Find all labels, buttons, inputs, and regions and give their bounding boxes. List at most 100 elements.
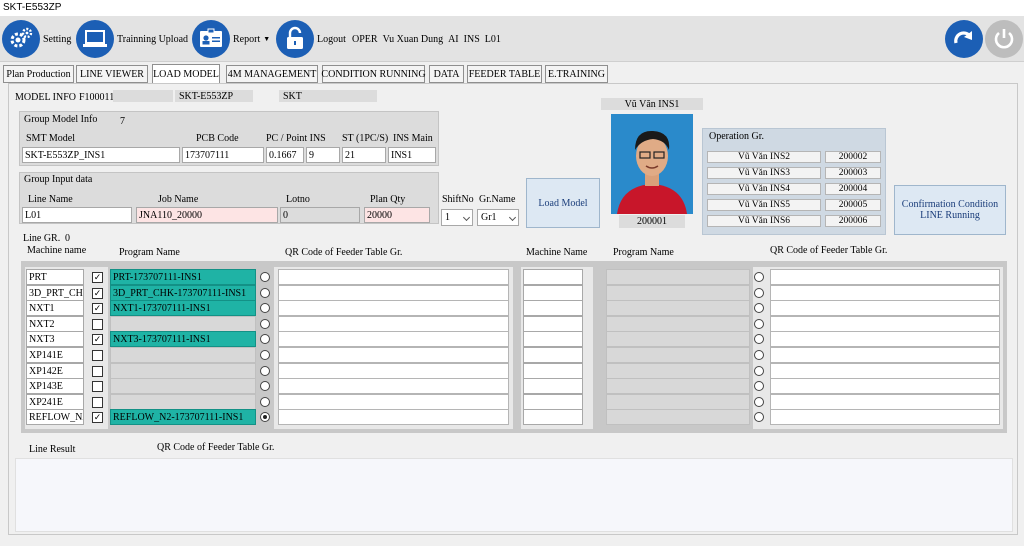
- qr-code-cell[interactable]: [278, 285, 509, 301]
- right-program-name-cell[interactable]: [606, 394, 750, 410]
- qr-radio[interactable]: [260, 288, 270, 298]
- pc-field[interactable]: 0.1667: [266, 147, 304, 163]
- qr-radio[interactable]: [260, 366, 270, 376]
- qr-radio[interactable]: [260, 319, 270, 329]
- right-qr-code-cell[interactable]: [770, 285, 1000, 301]
- program-checkbox[interactable]: ✓: [92, 412, 103, 423]
- qr-code-cell[interactable]: [278, 394, 509, 410]
- machine-name-cell[interactable]: PRT: [26, 269, 84, 285]
- qr-radio[interactable]: [260, 381, 270, 391]
- program-name-cell[interactable]: [110, 347, 256, 363]
- program-checkbox[interactable]: ✓: [92, 334, 103, 345]
- training-upload-button[interactable]: Trainning Upload: [76, 19, 188, 59]
- right-qr-code-cell[interactable]: [770, 316, 1000, 332]
- confirmation-condition-button[interactable]: Confirmation Condition LINE Running: [894, 185, 1006, 235]
- tab-condition-running[interactable]: CONDITION RUNNING: [321, 65, 426, 83]
- right-qr-code-cell[interactable]: [770, 347, 1000, 363]
- right-program-name-cell[interactable]: [606, 300, 750, 316]
- right-qr-radio[interactable]: [754, 303, 764, 313]
- machine-name-cell[interactable]: NXT2: [26, 316, 84, 332]
- lotno-field[interactable]: 0: [280, 207, 360, 223]
- right-qr-radio[interactable]: [754, 366, 764, 376]
- right-program-name-cell[interactable]: [606, 285, 750, 301]
- qr-code-cell[interactable]: [278, 269, 509, 285]
- machine-name-cell[interactable]: REFLOW_N2: [26, 409, 84, 425]
- program-checkbox[interactable]: [92, 366, 103, 377]
- job-name-field[interactable]: JNA110_20000: [136, 207, 278, 223]
- qr-radio[interactable]: [260, 272, 270, 282]
- plan-qty-field[interactable]: 20000: [364, 207, 430, 223]
- qr-radio[interactable]: [260, 350, 270, 360]
- right-machine-name-cell[interactable]: [523, 378, 583, 394]
- program-name-cell[interactable]: [110, 316, 256, 332]
- pcb-code-field[interactable]: 173707111: [182, 147, 264, 163]
- right-machine-name-cell[interactable]: [523, 285, 583, 301]
- right-qr-radio[interactable]: [754, 381, 764, 391]
- program-checkbox[interactable]: [92, 397, 103, 408]
- program-checkbox[interactable]: [92, 381, 103, 392]
- right-machine-name-cell[interactable]: [523, 300, 583, 316]
- tab-4m-management[interactable]: 4M MANAGEMENT: [226, 65, 318, 83]
- right-qr-radio[interactable]: [754, 412, 764, 422]
- setting-button[interactable]: Setting: [2, 19, 71, 59]
- tab-e-training[interactable]: E.TRAINING: [545, 65, 608, 83]
- right-machine-name-cell[interactable]: [523, 394, 583, 410]
- smt-model-field[interactable]: SKT-E553ZP_INS1: [22, 147, 180, 163]
- right-qr-code-cell[interactable]: [770, 378, 1000, 394]
- right-program-name-cell[interactable]: [606, 378, 750, 394]
- program-name-cell[interactable]: [110, 378, 256, 394]
- machine-name-cell[interactable]: XP241E: [26, 394, 84, 410]
- right-program-name-cell[interactable]: [606, 347, 750, 363]
- machine-name-cell[interactable]: 3D_PRT_CHK: [26, 285, 84, 301]
- refresh-button[interactable]: [945, 20, 983, 58]
- program-name-cell[interactable]: NXT1-173707111-INS1: [110, 300, 256, 316]
- power-button[interactable]: [985, 20, 1023, 58]
- machine-name-cell[interactable]: NXT1: [26, 300, 84, 316]
- right-machine-name-cell[interactable]: [523, 269, 583, 285]
- right-qr-code-cell[interactable]: [770, 331, 1000, 347]
- right-machine-name-cell[interactable]: [523, 409, 583, 425]
- tab-line-viewer[interactable]: LINE VIEWER: [76, 65, 148, 83]
- qr-radio[interactable]: [260, 334, 270, 344]
- right-qr-radio[interactable]: [754, 288, 764, 298]
- qr-code-cell[interactable]: [278, 331, 509, 347]
- qr-code-cell[interactable]: [278, 300, 509, 316]
- right-qr-radio[interactable]: [754, 319, 764, 329]
- ins-main-field[interactable]: INS1: [388, 147, 436, 163]
- right-qr-radio[interactable]: [754, 334, 764, 344]
- right-qr-code-cell[interactable]: [770, 300, 1000, 316]
- line-name-field[interactable]: L01: [22, 207, 132, 223]
- tab-feeder-table[interactable]: FEEDER TABLE: [467, 65, 542, 83]
- right-machine-name-cell[interactable]: [523, 363, 583, 379]
- program-checkbox[interactable]: ✓: [92, 272, 103, 283]
- qr-code-cell[interactable]: [278, 363, 509, 379]
- right-program-name-cell[interactable]: [606, 316, 750, 332]
- right-qr-radio[interactable]: [754, 350, 764, 360]
- tab-data[interactable]: DATA: [429, 65, 464, 83]
- machine-name-cell[interactable]: XP141E: [26, 347, 84, 363]
- right-program-name-cell[interactable]: [606, 269, 750, 285]
- tab-load-model[interactable]: LOAD MODEL: [152, 64, 220, 84]
- right-machine-name-cell[interactable]: [523, 347, 583, 363]
- program-checkbox[interactable]: ✓: [92, 288, 103, 299]
- right-qr-code-cell[interactable]: [770, 409, 1000, 425]
- right-qr-radio[interactable]: [754, 397, 764, 407]
- program-checkbox[interactable]: [92, 319, 103, 330]
- program-name-cell[interactable]: REFLOW_N2-173707111-INS1: [110, 409, 256, 425]
- machine-name-cell[interactable]: XP143E: [26, 378, 84, 394]
- right-program-name-cell[interactable]: [606, 409, 750, 425]
- load-model-button[interactable]: Load Model: [526, 178, 600, 228]
- qr-radio[interactable]: [260, 412, 270, 422]
- st-field[interactable]: 21: [342, 147, 386, 163]
- program-checkbox[interactable]: [92, 350, 103, 361]
- logout-button[interactable]: Logout: [276, 19, 346, 59]
- program-name-cell[interactable]: 3D_PRT_CHK-173707111-INS1: [110, 285, 256, 301]
- right-qr-code-cell[interactable]: [770, 269, 1000, 285]
- right-machine-name-cell[interactable]: [523, 316, 583, 332]
- machine-name-cell[interactable]: NXT3: [26, 331, 84, 347]
- qr-code-cell[interactable]: [278, 316, 509, 332]
- program-name-cell[interactable]: [110, 394, 256, 410]
- machine-name-cell[interactable]: XP142E: [26, 363, 84, 379]
- qr-radio[interactable]: [260, 303, 270, 313]
- report-button[interactable]: Report ▼: [192, 19, 270, 59]
